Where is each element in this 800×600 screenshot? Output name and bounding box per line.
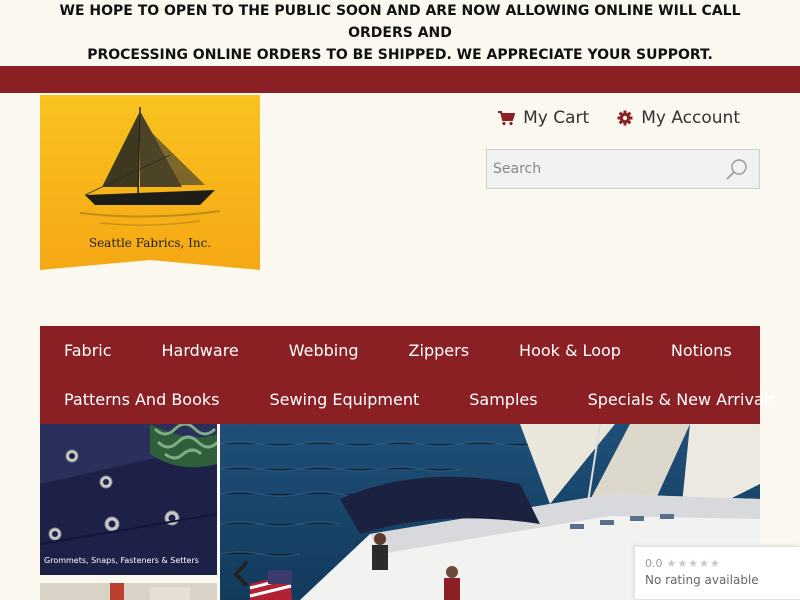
nav-item-samples[interactable]: Samples [469,390,537,409]
site-logo[interactable]: Seattle Fabrics, Inc. [40,95,260,277]
slideshow-prev-button[interactable] [226,556,256,592]
search-input[interactable] [487,150,715,188]
nav-item-webbing[interactable]: Webbing [289,341,359,360]
top-accent-bar [0,66,800,93]
my-account-link[interactable]: My Account [617,108,740,128]
main-navigation: Fabric Hardware Webbing Zippers Hook & L… [40,326,777,424]
cart-icon [498,111,516,126]
search-icon [726,159,747,180]
fabric-image [40,583,217,600]
search-button[interactable] [715,150,759,188]
nav-item-zippers[interactable]: Zippers [409,341,469,360]
featured-thumb-grommets[interactable]: Grommets, Snaps, Fasteners & Setters [40,424,217,575]
announcement-line-2: PROCESSING ONLINE ORDERS TO BE SHIPPED. … [87,47,713,63]
nav-item-hardware[interactable]: Hardware [162,341,239,360]
nav-row-1: Fabric Hardware Webbing Zippers Hook & L… [40,326,760,375]
announcement-line-1: WE HOPE TO OPEN TO THE PUBLIC SOON AND A… [59,3,741,41]
nav-item-sewing-equipment[interactable]: Sewing Equipment [269,390,419,409]
featured-thumb-2[interactable] [40,583,217,600]
my-account-label: My Account [641,108,740,128]
rating-widget[interactable]: 0.0 ★★★★★ No rating available [634,546,800,600]
grommets-image [40,424,217,575]
nav-item-patterns-and-books[interactable]: Patterns And Books [64,390,219,409]
star-rating-icon: ★★★★★ [666,557,721,570]
nav-item-notions[interactable]: Notions [671,341,732,360]
rating-score: 0.0 [645,557,663,570]
announcement-banner: WE HOPE TO OPEN TO THE PUBLIC SOON AND A… [0,0,800,66]
logo-text: Seattle Fabrics, Inc. [89,236,211,250]
rating-text: No rating available [645,573,759,587]
chevron-left-icon [233,560,249,588]
nav-item-fabric[interactable]: Fabric [64,341,112,360]
search-box [486,149,760,189]
header-links: My Cart My Account [497,108,740,128]
my-cart-link[interactable]: My Cart [497,108,589,128]
nav-row-2: Patterns And Books Sewing Equipment Samp… [40,375,777,424]
gear-icon [617,110,633,126]
nav-item-specials-new-arrivals[interactable]: Specials & New Arrivals [588,390,777,409]
nav-item-hook-and-loop[interactable]: Hook & Loop [519,341,621,360]
thumb-caption: Grommets, Snaps, Fasteners & Setters [44,556,199,565]
rating-summary: 0.0 ★★★★★ [645,557,790,570]
my-cart-label: My Cart [523,108,590,128]
